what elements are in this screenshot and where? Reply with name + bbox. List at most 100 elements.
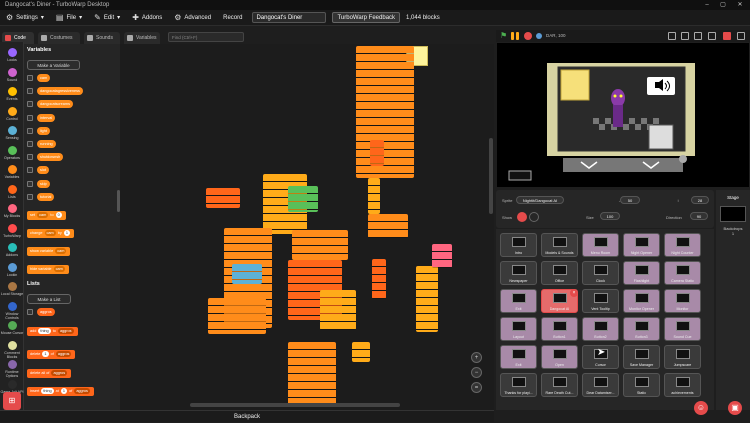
workspace-vertical-scrollbar[interactable] xyxy=(489,138,493,214)
variable-reporter[interactable]: dangocatscreams xyxy=(37,100,73,109)
popout-icon[interactable] xyxy=(681,32,689,40)
variable-checkbox[interactable] xyxy=(27,114,33,121)
list-reporter[interactable]: aggros xyxy=(37,308,55,316)
script-workspace[interactable] xyxy=(120,44,494,410)
variable-reporter[interactable]: tutorial xyxy=(37,192,55,201)
sprite-tile[interactable]: Models & Sounds xyxy=(541,233,578,257)
variable-reporter[interactable]: running xyxy=(37,140,56,148)
sprite-tile[interactable]: Newspaper xyxy=(500,261,537,285)
zoom-reset-icon[interactable]: = xyxy=(471,382,482,393)
insert-at-block[interactable]: insert thing at 1 of aggros xyxy=(27,387,94,396)
script-stack[interactable] xyxy=(288,342,336,406)
feedback-button[interactable]: TurboWarp Feedback xyxy=(332,12,401,23)
delete-all-block[interactable]: delete all of aggros xyxy=(27,369,72,378)
sprite-tile[interactable]: Exit xyxy=(500,289,537,313)
category-lookin[interactable]: Lookin xyxy=(0,262,24,277)
stop-icon[interactable] xyxy=(524,32,532,40)
hide-sprite-eye-icon[interactable] xyxy=(529,212,539,222)
zoom-out-icon[interactable]: − xyxy=(471,367,482,378)
tab-costumes[interactable]: Costumes xyxy=(38,32,80,44)
sprite-tile[interactable]: Office xyxy=(541,261,578,285)
delete-of-list-block[interactable]: delete 1 of aggros xyxy=(27,350,76,359)
category-mouse-cursor[interactable]: Mouse Cursor xyxy=(0,321,24,335)
sprite-tile[interactable]: Intro xyxy=(500,233,537,257)
variable-checkbox[interactable] xyxy=(27,193,33,200)
add-to-list-block[interactable]: add thing to aggros xyxy=(27,327,78,336)
make-variable-button[interactable]: Make a Variable xyxy=(27,60,80,70)
script-stack[interactable] xyxy=(288,186,318,212)
variable-checkbox[interactable] xyxy=(27,75,33,81)
minimize-icon[interactable]: – xyxy=(700,0,714,10)
script-stack[interactable] xyxy=(432,244,452,268)
insert-index-input[interactable]: 1 xyxy=(60,388,68,394)
category-my-blocks[interactable]: My Blocks xyxy=(0,204,24,218)
make-list-button[interactable]: Make a List xyxy=(27,294,71,304)
category-lists[interactable]: Lists xyxy=(0,184,24,199)
stage-canvas[interactable] xyxy=(497,43,749,187)
y-position-input[interactable]: 28 xyxy=(691,196,709,204)
hide-variable-block[interactable]: hide variable cam xyxy=(27,265,69,274)
maximize-icon[interactable]: ▢ xyxy=(716,0,730,10)
add-sprite-button[interactable]: ☺ xyxy=(694,401,708,415)
variable-checkbox[interactable] xyxy=(27,101,33,108)
zoom-in-icon[interactable]: + xyxy=(471,352,482,363)
settings-menu[interactable]: ⚙ Settings ▾ xyxy=(0,10,50,26)
variable-checkbox[interactable] xyxy=(27,141,33,147)
script-stack[interactable] xyxy=(372,259,386,299)
variable-reporter[interactable]: interval xyxy=(37,113,56,122)
category-window-controls[interactable]: Window Controls xyxy=(0,301,24,320)
sprite-tile[interactable]: Exit xyxy=(500,345,537,369)
set-var-dropdown[interactable]: cam xyxy=(37,212,49,218)
add-extension-button[interactable]: ⊞ xyxy=(3,392,21,410)
variable-reporter[interactable]: cam xyxy=(37,74,51,82)
sprite-tile[interactable]: Button2 xyxy=(582,317,619,341)
sprite-tile[interactable]: Monitor Opener xyxy=(623,289,660,313)
pause-icon[interactable] xyxy=(511,32,514,40)
sprite-tile[interactable]: Rare Death Cut... xyxy=(541,373,578,397)
variable-checkbox[interactable] xyxy=(27,180,33,187)
delete-list-dropdown[interactable]: aggros xyxy=(55,351,72,357)
show-var-dropdown[interactable]: cam xyxy=(55,248,67,254)
find-input[interactable]: Find (Ctrl+F) xyxy=(168,32,244,42)
category-sensing[interactable]: Sensing xyxy=(0,126,24,140)
x-position-input[interactable]: 50 xyxy=(620,196,640,204)
backpack-bar[interactable]: Backpack xyxy=(0,410,494,422)
category-control[interactable]: Control xyxy=(0,106,24,121)
change-var-dropdown[interactable]: cam xyxy=(44,230,56,236)
sprite-tile[interactable]: Menu Room xyxy=(582,233,619,257)
project-title-input[interactable]: Dangocat's Diner xyxy=(252,12,327,23)
size-input[interactable]: 100 xyxy=(600,212,620,220)
sprite-tile[interactable]: Static xyxy=(623,373,660,397)
variable-checkbox[interactable] xyxy=(27,88,33,95)
green-flag-icon[interactable]: ⚑ xyxy=(500,32,508,40)
category-sound[interactable]: Sound xyxy=(0,67,24,82)
sprite-tile[interactable]: achievements xyxy=(664,373,701,397)
variable-checkbox[interactable] xyxy=(27,167,33,174)
script-stack[interactable] xyxy=(370,140,384,166)
advanced-menu[interactable]: ⚙ Advanced xyxy=(168,10,217,26)
script-stack[interactable] xyxy=(368,214,408,238)
small-stage-icon[interactable] xyxy=(694,32,702,40)
sprite-tile[interactable]: Night Counter xyxy=(664,233,701,257)
category-comment-blocks[interactable]: Comment Blocks xyxy=(0,340,24,359)
small-stage-layout-icon[interactable] xyxy=(708,32,716,40)
script-stack[interactable] xyxy=(320,290,356,330)
sprite-tile[interactable]: Monitor xyxy=(664,289,701,313)
variable-reporter[interactable]: light xyxy=(37,126,50,135)
sprite-tile[interactable]: Save Manager xyxy=(623,345,660,369)
add-backdrop-button[interactable]: ▣ xyxy=(728,401,742,415)
edit-menu[interactable]: ✎ Edit ▾ xyxy=(88,10,126,26)
category-runtime-options[interactable]: Runtime Options xyxy=(0,360,24,378)
sprite-tile[interactable]: Button1 xyxy=(541,317,578,341)
show-variable-block[interactable]: show variable cam xyxy=(27,247,71,256)
sprite-tile[interactable]: Layout xyxy=(500,317,537,341)
tab-sounds[interactable]: Sounds xyxy=(84,32,120,44)
direction-input[interactable]: 90 xyxy=(690,212,708,220)
category-operators[interactable]: Operators xyxy=(0,145,24,160)
insert-item-input[interactable]: thing xyxy=(41,388,54,394)
sprite-tile[interactable]: Sound Cue xyxy=(664,317,701,341)
file-menu[interactable]: ▤ File ▾ xyxy=(50,10,88,26)
set-value-input[interactable]: 0 xyxy=(55,212,62,218)
delete-index-input[interactable]: 1 xyxy=(42,351,49,357)
script-stack[interactable] xyxy=(352,342,370,362)
